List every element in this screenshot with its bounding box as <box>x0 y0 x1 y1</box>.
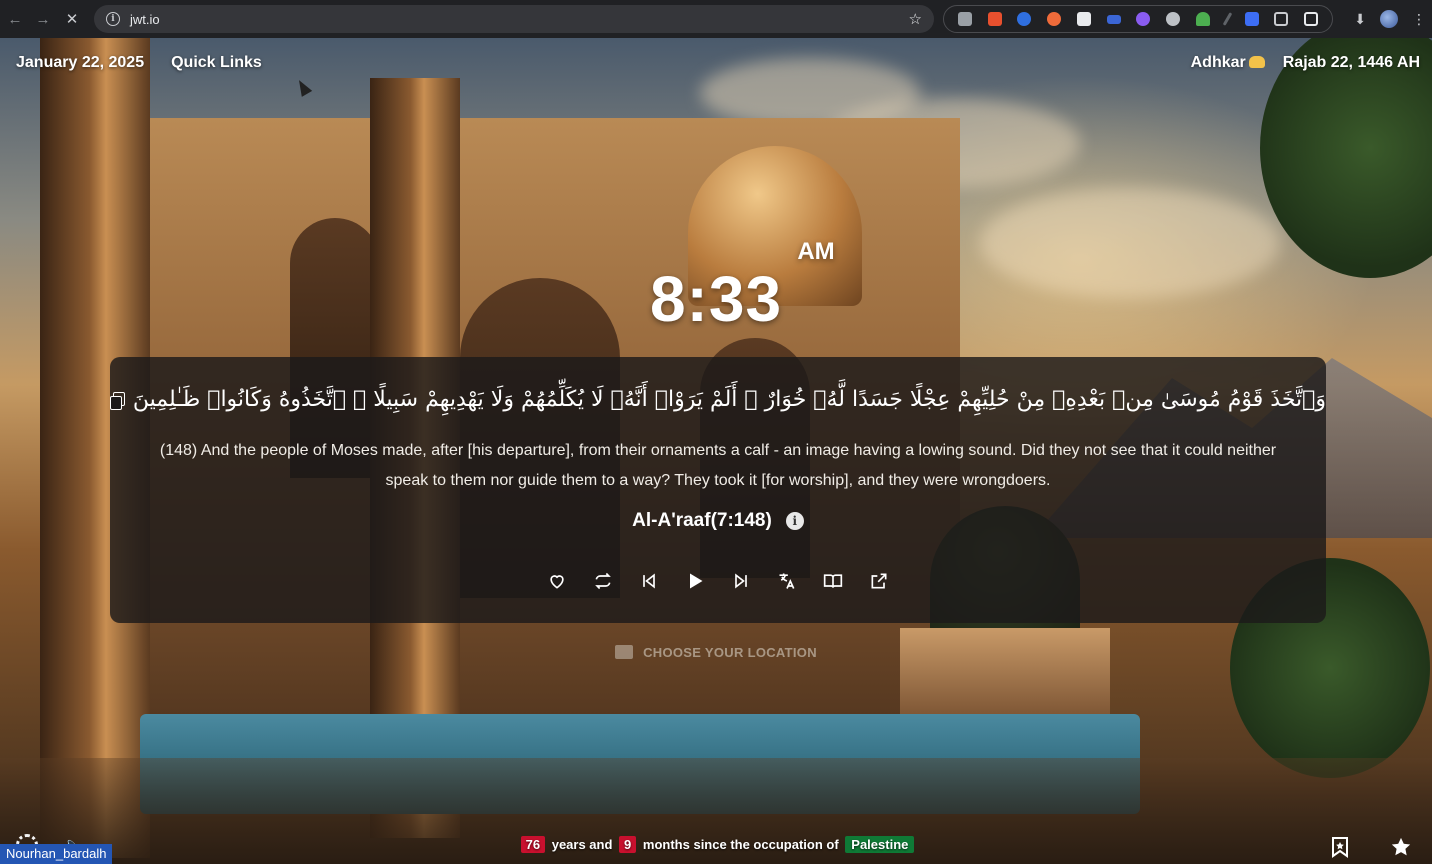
download-icon[interactable]: ⬇ <box>1354 11 1366 28</box>
extension-search-icon[interactable] <box>1244 12 1259 26</box>
extension-blue-circle-icon[interactable] <box>1017 12 1032 26</box>
extensions-puzzle-icon[interactable] <box>1304 12 1319 26</box>
arabic-row: وَٱتَّخَذَ قَوْمُ مُوسَىٰ مِنۢ بَعْدِهِۦ… <box>110 387 1326 412</box>
repeat-icon[interactable] <box>593 571 613 591</box>
verse-translation: (148) And the people of Moses made, afte… <box>159 442 1277 489</box>
heart-icon[interactable] <box>547 571 567 591</box>
quick-links-button[interactable]: Quick Links <box>171 54 262 72</box>
browser-toolbar: ← → ✕ i jwt.io ☆ ⬇ ⋮ <box>0 0 1432 38</box>
verse-reference-row: Al-A'raaf(7:148) i <box>110 510 1326 532</box>
clock-time: 8:33 <box>649 263 783 335</box>
browser-actions: ⬇ ⋮ <box>1354 5 1432 33</box>
occupation-banner: 76 years and 9 months since the occupati… <box>0 836 1432 853</box>
player-controls <box>110 571 1326 591</box>
previous-icon[interactable] <box>639 571 659 591</box>
extension-blue-rect-icon[interactable] <box>1106 14 1121 24</box>
arabic-verse: وَٱتَّخَذَ قَوْمُ مُوسَىٰ مِنۢ بَعْدِهِۦ… <box>132 387 1326 412</box>
hijri-date: Rajab 22, 1446 AH <box>1282 54 1420 71</box>
extension-grey-circle-icon[interactable] <box>1166 12 1181 26</box>
bookmark-star-icon[interactable]: ☆ <box>909 10 922 28</box>
header-left: January 22, 2025 Quick Links <box>16 54 262 72</box>
months-badge: 9 <box>619 836 637 853</box>
choose-location-button[interactable]: CHOOSE YOUR LOCATION <box>0 645 1432 660</box>
next-icon[interactable] <box>731 571 751 591</box>
extensions-bar <box>943 5 1333 33</box>
extension-red-icon[interactable] <box>987 12 1002 26</box>
verse-card: وَٱتَّخَذَ قَوْمُ مُوسَىٰ مِنۢ بَعْدِهِۦ… <box>110 357 1326 623</box>
years-text: years and <box>551 837 613 852</box>
years-badge: 76 <box>520 836 546 853</box>
months-text: months since the occupation of <box>642 837 839 852</box>
extension-camera-icon[interactable] <box>957 12 972 26</box>
verse-reference[interactable]: Al-A'raaf(7:148) <box>632 510 772 532</box>
forward-icon[interactable]: → <box>28 4 58 34</box>
bookmark-verse-icon[interactable] <box>1330 836 1350 858</box>
play-icon[interactable] <box>685 571 705 591</box>
palestine-badge: Palestine <box>845 836 915 853</box>
copy-icon[interactable] <box>110 391 125 410</box>
share-icon[interactable] <box>869 571 889 591</box>
choose-location-label[interactable]: CHOOSE YOUR LOCATION <box>643 645 817 660</box>
address-bar[interactable]: i jwt.io ☆ <box>94 5 934 33</box>
menu-dots-icon[interactable]: ⋮ <box>1412 11 1426 28</box>
back-icon[interactable]: ← <box>0 4 30 34</box>
header-right: Adhkar Rajab 22, 1446 AH <box>1191 54 1420 72</box>
user-name-tag: Nourhan_bardalh <box>0 844 113 864</box>
info-icon[interactable]: i <box>785 512 804 530</box>
extension-doc-icon[interactable] <box>1076 12 1091 26</box>
translate-icon[interactable] <box>777 571 797 591</box>
book-icon[interactable] <box>823 571 843 591</box>
gregorian-date: January 22, 2025 <box>16 54 145 71</box>
site-info-icon[interactable]: i <box>106 12 120 26</box>
address-url[interactable]: jwt.io <box>130 12 160 27</box>
extension-purple-gear-icon[interactable] <box>1136 12 1151 26</box>
profile-avatar[interactable] <box>1380 10 1398 28</box>
extension-bracket-icon[interactable] <box>1274 12 1289 26</box>
adhkar-button[interactable]: Adhkar <box>1191 54 1265 72</box>
extension-flame-icon[interactable] <box>1047 12 1062 26</box>
adhkar-label[interactable]: Adhkar <box>1191 54 1246 71</box>
praying-hands-icon <box>1248 56 1265 68</box>
extension-slash-icon[interactable] <box>1222 12 1233 26</box>
extension-tree-icon[interactable] <box>1196 12 1210 26</box>
favorites-star-icon[interactable] <box>1388 834 1414 860</box>
stop-icon[interactable]: ✕ <box>57 4 87 34</box>
map-pin-icon <box>615 645 634 659</box>
